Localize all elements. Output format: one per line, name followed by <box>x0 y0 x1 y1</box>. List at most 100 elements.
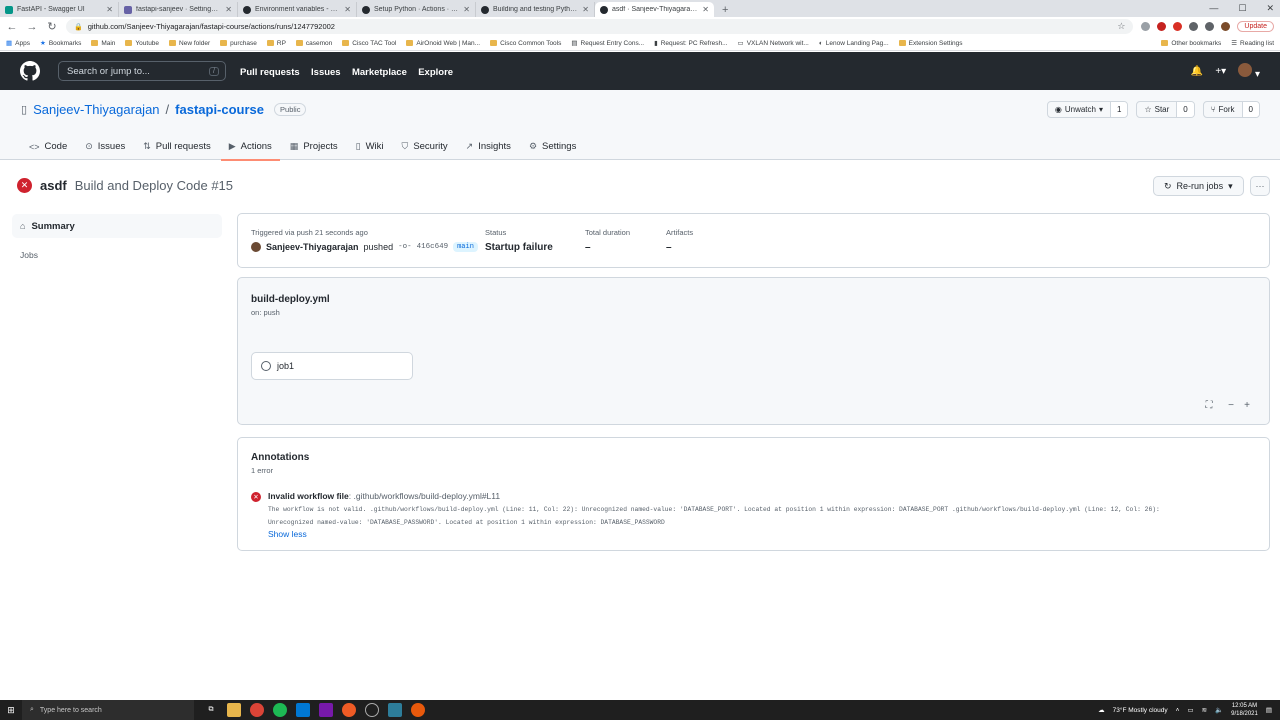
github-search-input[interactable]: Search or jump to... / <box>58 61 226 81</box>
nav-pull-requests[interactable]: Pull requests <box>240 67 300 78</box>
file-explorer-icon[interactable] <box>227 703 241 717</box>
minimize-icon[interactable]: — <box>1209 3 1218 14</box>
unwatch-button[interactable]: ◉ Unwatch ▾ 1 <box>1046 101 1129 118</box>
bookmark-item[interactable]: New folder <box>169 40 210 47</box>
app-icon[interactable] <box>411 703 425 717</box>
bookmark-item[interactable]: ▭ VXLAN Network wit... <box>738 39 809 48</box>
browser-tab[interactable]: Environment variables - GitHub✕ <box>238 2 357 17</box>
browser-tab[interactable]: Setup Python · Actions · GitHub✕ <box>357 2 476 17</box>
tab-security[interactable]: ⛉ Security <box>394 133 456 160</box>
bookmark-item[interactable]: casemon <box>295 40 332 47</box>
tab-actions[interactable]: ▶ Actions <box>220 133 280 161</box>
show-less-link[interactable]: Show less <box>268 529 307 539</box>
bookmark-item[interactable]: Other bookmarks <box>1161 39 1221 47</box>
repo-name-link[interactable]: fastapi-course <box>175 102 264 117</box>
onenote-icon[interactable] <box>319 703 333 717</box>
nav-marketplace[interactable]: Marketplace <box>352 67 407 78</box>
maximize-icon[interactable]: ☐ <box>1238 3 1246 14</box>
tray-chevron-icon[interactable]: ˄ <box>1176 707 1180 714</box>
star-count[interactable]: 0 <box>1176 102 1194 117</box>
extension-icon[interactable] <box>1189 22 1199 31</box>
forward-arrow-icon[interactable]: → <box>26 21 38 33</box>
bookmark-item[interactable]: ★ Bookmarks <box>40 39 81 48</box>
star-button[interactable]: ☆ Star 0 <box>1136 101 1195 118</box>
update-button[interactable]: Update <box>1237 21 1274 32</box>
fullscreen-icon[interactable]: ⛶ <box>1201 397 1217 413</box>
tab-projects[interactable]: ▦ Projects <box>282 133 346 160</box>
bookmark-item[interactable]: ☰ Reading list <box>1231 39 1274 48</box>
spotify-icon[interactable] <box>273 703 287 717</box>
new-tab-button[interactable]: + <box>714 2 736 17</box>
tab-close-icon[interactable]: ✕ <box>344 5 351 14</box>
vscode-icon[interactable] <box>296 703 310 717</box>
extension-icon[interactable] <box>1141 22 1151 31</box>
job-node[interactable]: job1 <box>251 352 413 380</box>
tab-close-icon[interactable]: ✕ <box>702 5 709 14</box>
commit-sha[interactable]: 416c649 <box>417 243 449 251</box>
reload-icon[interactable]: ↻ <box>46 20 58 33</box>
bookmark-star-icon[interactable]: ☆ <box>1117 21 1125 32</box>
bookmark-item[interactable]: ▤ Request Entry Cons... <box>571 39 644 48</box>
create-new-plus-icon[interactable]: +▾ <box>1215 66 1226 77</box>
zoom-in-icon[interactable]: + <box>1239 397 1255 413</box>
bookmark-item[interactable]: Youtube <box>125 40 159 47</box>
watch-count[interactable]: 1 <box>1109 102 1128 117</box>
back-arrow-icon[interactable]: ← <box>6 21 18 33</box>
user-menu[interactable]: ▾ <box>1238 62 1260 80</box>
bookmark-item[interactable]: ▦ Apps <box>6 39 30 48</box>
avatar[interactable] <box>251 242 261 252</box>
more-options-button[interactable]: ··· <box>1250 176 1270 196</box>
bookmark-item[interactable]: ▮ Request: PC Refresh... <box>654 39 727 48</box>
tab-close-icon[interactable]: ✕ <box>225 5 232 14</box>
taskbar-search-input[interactable]: ⌕ Type here to search <box>22 700 194 720</box>
bookmark-item[interactable]: ◐ Lenow Landing Pag... <box>819 40 889 47</box>
window-close-icon[interactable]: ✕ <box>1266 3 1274 14</box>
annotation-heading[interactable]: Invalid workflow file: .github/workflows… <box>268 491 500 501</box>
tab-insights[interactable]: ↗ Insights <box>458 133 519 160</box>
browser-tab[interactable]: FastAPI - Swagger UI ✕ <box>0 2 119 17</box>
browser-icon[interactable] <box>365 703 379 717</box>
wifi-icon[interactable]: ≋ <box>1202 706 1207 714</box>
branch-badge[interactable]: main <box>453 242 478 252</box>
bookmark-item[interactable]: Cisco TAC Tool <box>342 40 396 47</box>
browser-tab-active[interactable]: asdf · Sanjeev-Thiyagarajan/faste✕ <box>595 2 714 17</box>
volume-icon[interactable]: 🔈 <box>1215 706 1223 714</box>
rerun-jobs-button[interactable]: ↻ Re-run jobs ▾ <box>1153 176 1244 196</box>
tab-settings[interactable]: ⚙ Settings <box>521 133 584 160</box>
extension-icon[interactable] <box>1173 22 1183 31</box>
fork-button[interactable]: ⑂ Fork 0 <box>1202 101 1260 118</box>
bookmark-item[interactable]: Extension Settings <box>898 40 963 47</box>
tab-wiki[interactable]: ▯ Wiki <box>348 133 392 160</box>
task-view-icon[interactable]: ⧉ <box>204 703 218 717</box>
bookmark-item[interactable]: Main <box>91 40 115 47</box>
tab-pull-requests[interactable]: ⇅ Pull requests <box>135 133 218 160</box>
nav-issues[interactable]: Issues <box>311 67 341 78</box>
sidebar-item-summary[interactable]: ⌂ Summary <box>12 214 222 238</box>
tab-close-icon[interactable]: ✕ <box>582 5 589 14</box>
tab-code[interactable]: <> Code <box>21 133 75 160</box>
tab-issues[interactable]: ⊙ Issues <box>77 133 133 160</box>
nav-explore[interactable]: Explore <box>418 67 453 78</box>
tab-close-icon[interactable]: ✕ <box>106 5 113 14</box>
bookmark-item[interactable]: Cisco Common Tools <box>490 40 561 47</box>
zoom-out-icon[interactable]: − <box>1223 397 1239 413</box>
browser-tab[interactable]: Building and testing Python - Gi✕ <box>476 2 595 17</box>
repo-owner-link[interactable]: Sanjeev-Thiyagarajan <box>33 102 159 117</box>
address-bar[interactable]: 🔒 github.com/Sanjeev-Thiyagarajan/fastap… <box>66 19 1134 34</box>
weather-text[interactable]: 73°F Mostly cloudy <box>1113 707 1168 714</box>
extensions-puzzle-icon[interactable] <box>1205 22 1215 31</box>
bookmark-item[interactable]: purchase <box>220 40 257 47</box>
browser-tab[interactable]: fastapi-sanjeev · Settings | Herok✕ <box>119 2 238 17</box>
bookmark-item[interactable]: AirOnoid Web | Man... <box>406 40 480 47</box>
postman-icon[interactable] <box>342 703 356 717</box>
notification-bell-icon[interactable]: 🔔 <box>1191 66 1203 77</box>
fork-count[interactable]: 0 <box>1241 102 1259 117</box>
github-logo-icon[interactable] <box>20 61 40 81</box>
extension-icon[interactable] <box>1157 22 1167 31</box>
tab-close-icon[interactable]: ✕ <box>463 5 470 14</box>
clock[interactable]: 12:05 AM 9/18/2021 <box>1231 702 1258 718</box>
notification-center-icon[interactable]: ▤ <box>1266 706 1272 714</box>
network-tool-icon[interactable] <box>388 703 402 717</box>
windows-start-icon[interactable]: ⊞ <box>0 705 22 716</box>
bookmark-item[interactable]: RP <box>266 40 286 47</box>
